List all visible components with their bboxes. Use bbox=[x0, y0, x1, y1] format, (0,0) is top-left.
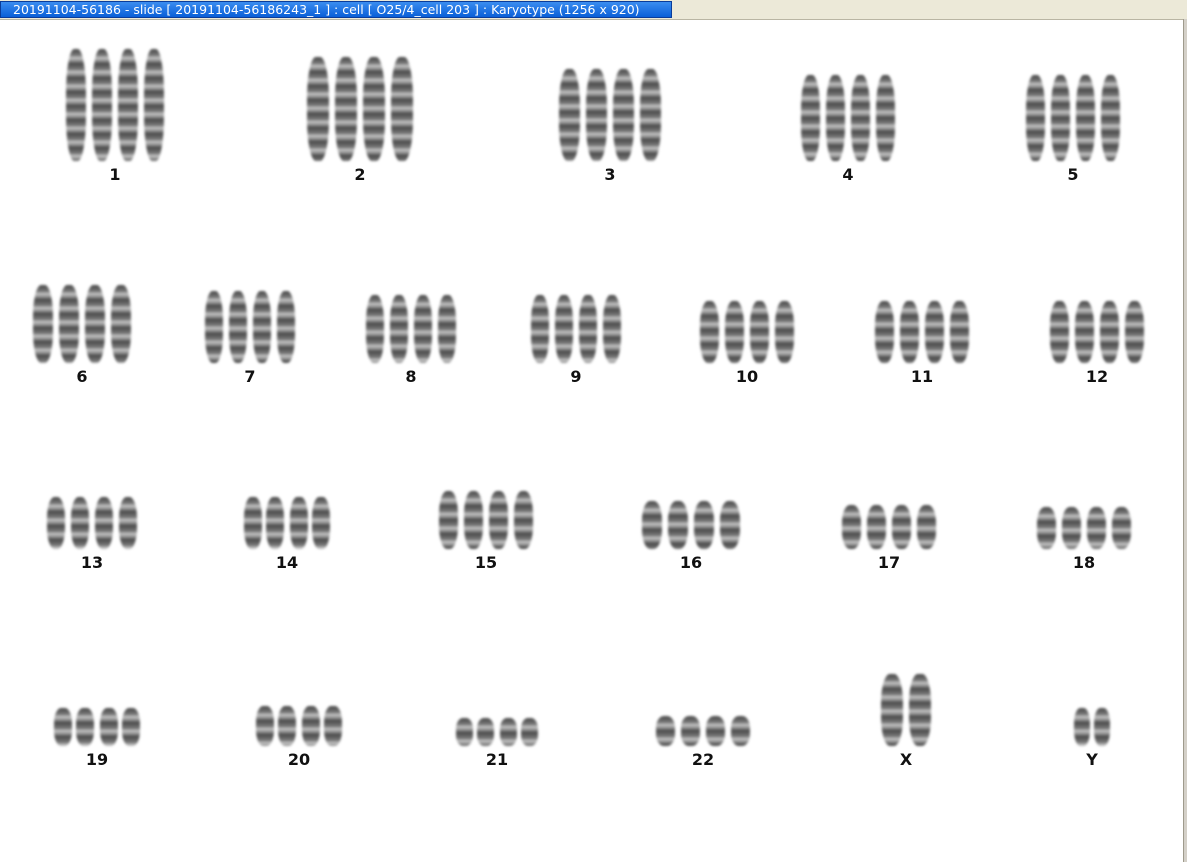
chromosome-label-4: 4 bbox=[842, 165, 854, 184]
chromosome-9-1[interactable] bbox=[531, 295, 573, 363]
chromosome-label-11: 11 bbox=[910, 367, 934, 386]
chromosome-3-2[interactable] bbox=[613, 69, 661, 161]
chromosome-22-1[interactable] bbox=[656, 716, 700, 746]
chromosome-15-1[interactable] bbox=[439, 491, 483, 549]
karyotype-canvas: 1 2 3 4 5 6 7 8 9 10 11 12 13 14 15 16 17 18 19 20 21 22 X Y bbox=[0, 20, 1184, 862]
chromosome-12-1[interactable] bbox=[1050, 301, 1094, 363]
chromosome-17-2[interactable] bbox=[892, 505, 936, 549]
chromosome-5-1[interactable] bbox=[1026, 75, 1070, 161]
chromosome-21-2[interactable] bbox=[500, 718, 538, 746]
chromosome-label-18: 18 bbox=[1072, 553, 1096, 572]
chromosome-label-2: 2 bbox=[354, 165, 366, 184]
chromosome-12-2[interactable] bbox=[1100, 301, 1144, 363]
chromosome-label-22: 22 bbox=[691, 750, 715, 769]
chromosome-6-2[interactable] bbox=[85, 285, 131, 363]
chromosome-19-2[interactable] bbox=[100, 708, 140, 746]
chromosome-20-2[interactable] bbox=[302, 706, 342, 746]
chromosome-11-2[interactable] bbox=[925, 301, 969, 363]
window-title[interactable]: 20191104-56186 - slide [ 20191104-561862… bbox=[0, 1, 672, 18]
chromosome-label-13: 13 bbox=[80, 553, 104, 572]
chromosome-6-1[interactable] bbox=[33, 285, 79, 363]
chromosome-label-17: 17 bbox=[877, 553, 901, 572]
chromosome-18-1[interactable] bbox=[1037, 507, 1081, 549]
chromosome-label-14: 14 bbox=[275, 553, 299, 572]
chromosome-1-1[interactable] bbox=[66, 49, 112, 161]
chromosome-1-2[interactable] bbox=[118, 49, 164, 161]
chromosome-5-2[interactable] bbox=[1076, 75, 1120, 161]
chromosome-9-2[interactable] bbox=[579, 295, 621, 363]
chromosome-label-16: 16 bbox=[679, 553, 703, 572]
chromosome-18-2[interactable] bbox=[1087, 507, 1131, 549]
chromosome-10-2[interactable] bbox=[750, 301, 794, 363]
chromosome-label-X: X bbox=[899, 750, 913, 769]
chromosome-15-2[interactable] bbox=[489, 491, 533, 549]
chromosome-label-6: 6 bbox=[76, 367, 88, 386]
chromosome-label-8: 8 bbox=[405, 367, 417, 386]
chromosome-10-1[interactable] bbox=[700, 301, 744, 363]
chromosome-21-1[interactable] bbox=[456, 718, 494, 746]
chromosome-7-1[interactable] bbox=[205, 291, 247, 363]
chromosome-label-5: 5 bbox=[1067, 165, 1079, 184]
chromosome-4-1[interactable] bbox=[801, 75, 845, 161]
chromosome-3-1[interactable] bbox=[559, 69, 607, 161]
chromosome-8-2[interactable] bbox=[414, 295, 456, 363]
chromosome-11-1[interactable] bbox=[875, 301, 919, 363]
chromosome-X-1[interactable] bbox=[881, 674, 931, 746]
chromosome-label-9: 9 bbox=[570, 367, 582, 386]
chromosome-label-Y: Y bbox=[1086, 750, 1098, 769]
chromosome-16-1[interactable] bbox=[642, 501, 688, 549]
chromosome-14-2[interactable] bbox=[290, 497, 330, 549]
chromosome-label-15: 15 bbox=[474, 553, 498, 572]
chromosome-17-1[interactable] bbox=[842, 505, 886, 549]
chromosome-7-2[interactable] bbox=[253, 291, 295, 363]
chromosome-Y-1[interactable] bbox=[1074, 708, 1110, 746]
chromosome-label-10: 10 bbox=[735, 367, 759, 386]
chromosome-20-1[interactable] bbox=[256, 706, 296, 746]
chromosome-13-1[interactable] bbox=[47, 497, 89, 549]
chromosome-2-2[interactable] bbox=[363, 57, 413, 161]
chromosome-label-1: 1 bbox=[109, 165, 121, 184]
chromosome-label-7: 7 bbox=[244, 367, 256, 386]
chromosome-4-2[interactable] bbox=[851, 75, 895, 161]
chromosome-label-20: 20 bbox=[287, 750, 311, 769]
chromosome-8-1[interactable] bbox=[366, 295, 408, 363]
chromosome-14-1[interactable] bbox=[244, 497, 284, 549]
chromosome-2-1[interactable] bbox=[307, 57, 357, 161]
chromosome-16-2[interactable] bbox=[694, 501, 740, 549]
chromosome-label-3: 3 bbox=[604, 165, 616, 184]
chromosome-label-21: 21 bbox=[485, 750, 509, 769]
chromosome-22-2[interactable] bbox=[706, 716, 750, 746]
window-titlebar: 20191104-56186 - slide [ 20191104-561862… bbox=[0, 0, 1187, 20]
chromosome-19-1[interactable] bbox=[54, 708, 94, 746]
chromosome-label-19: 19 bbox=[85, 750, 109, 769]
chromosome-13-2[interactable] bbox=[95, 497, 137, 549]
chromosome-label-12: 12 bbox=[1085, 367, 1109, 386]
